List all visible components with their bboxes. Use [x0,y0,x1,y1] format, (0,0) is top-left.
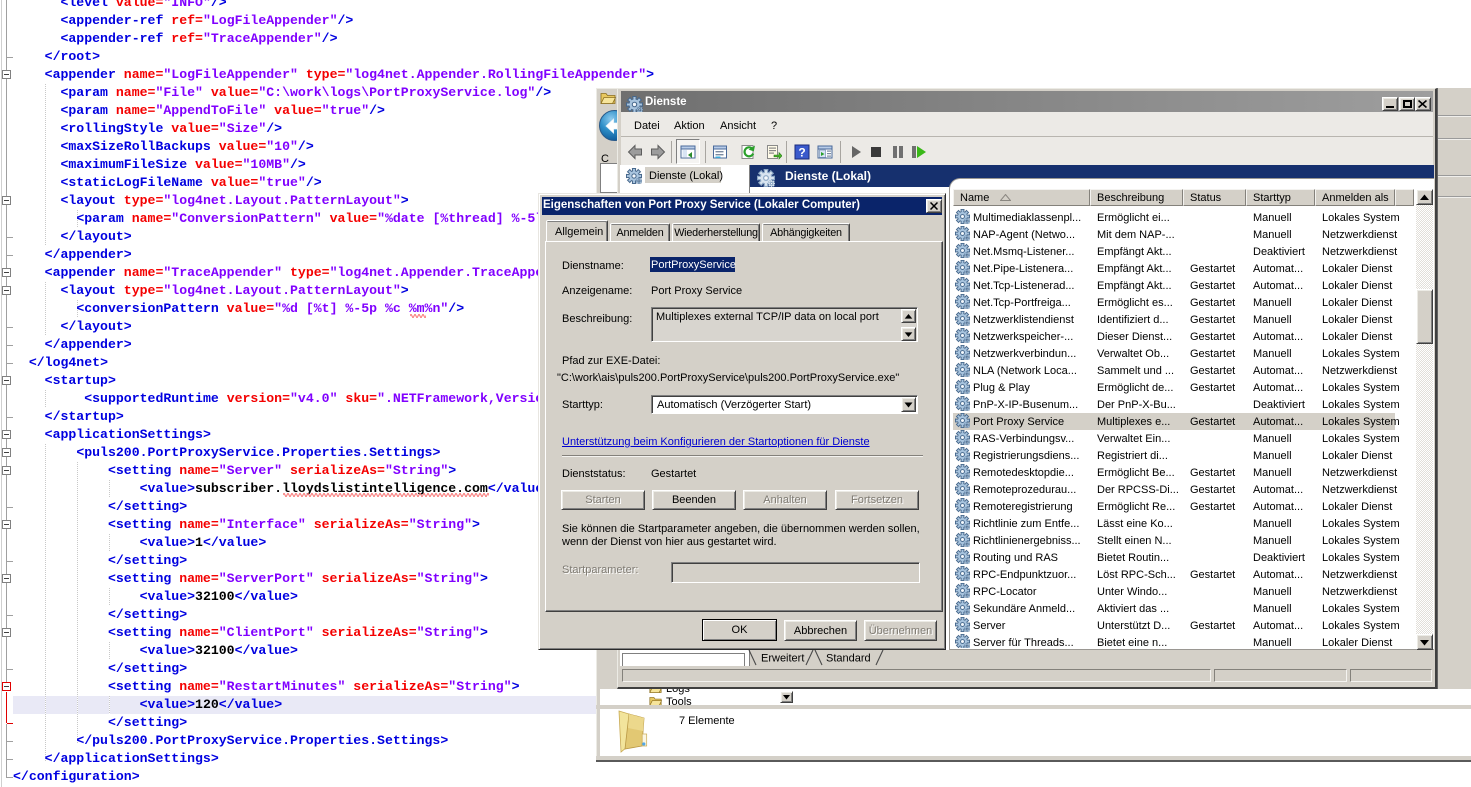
svg-text:Erweitert: Erweitert [761,653,804,665]
svg-text:?: ? [798,146,805,160]
svg-text:Standard: Standard [826,653,871,665]
